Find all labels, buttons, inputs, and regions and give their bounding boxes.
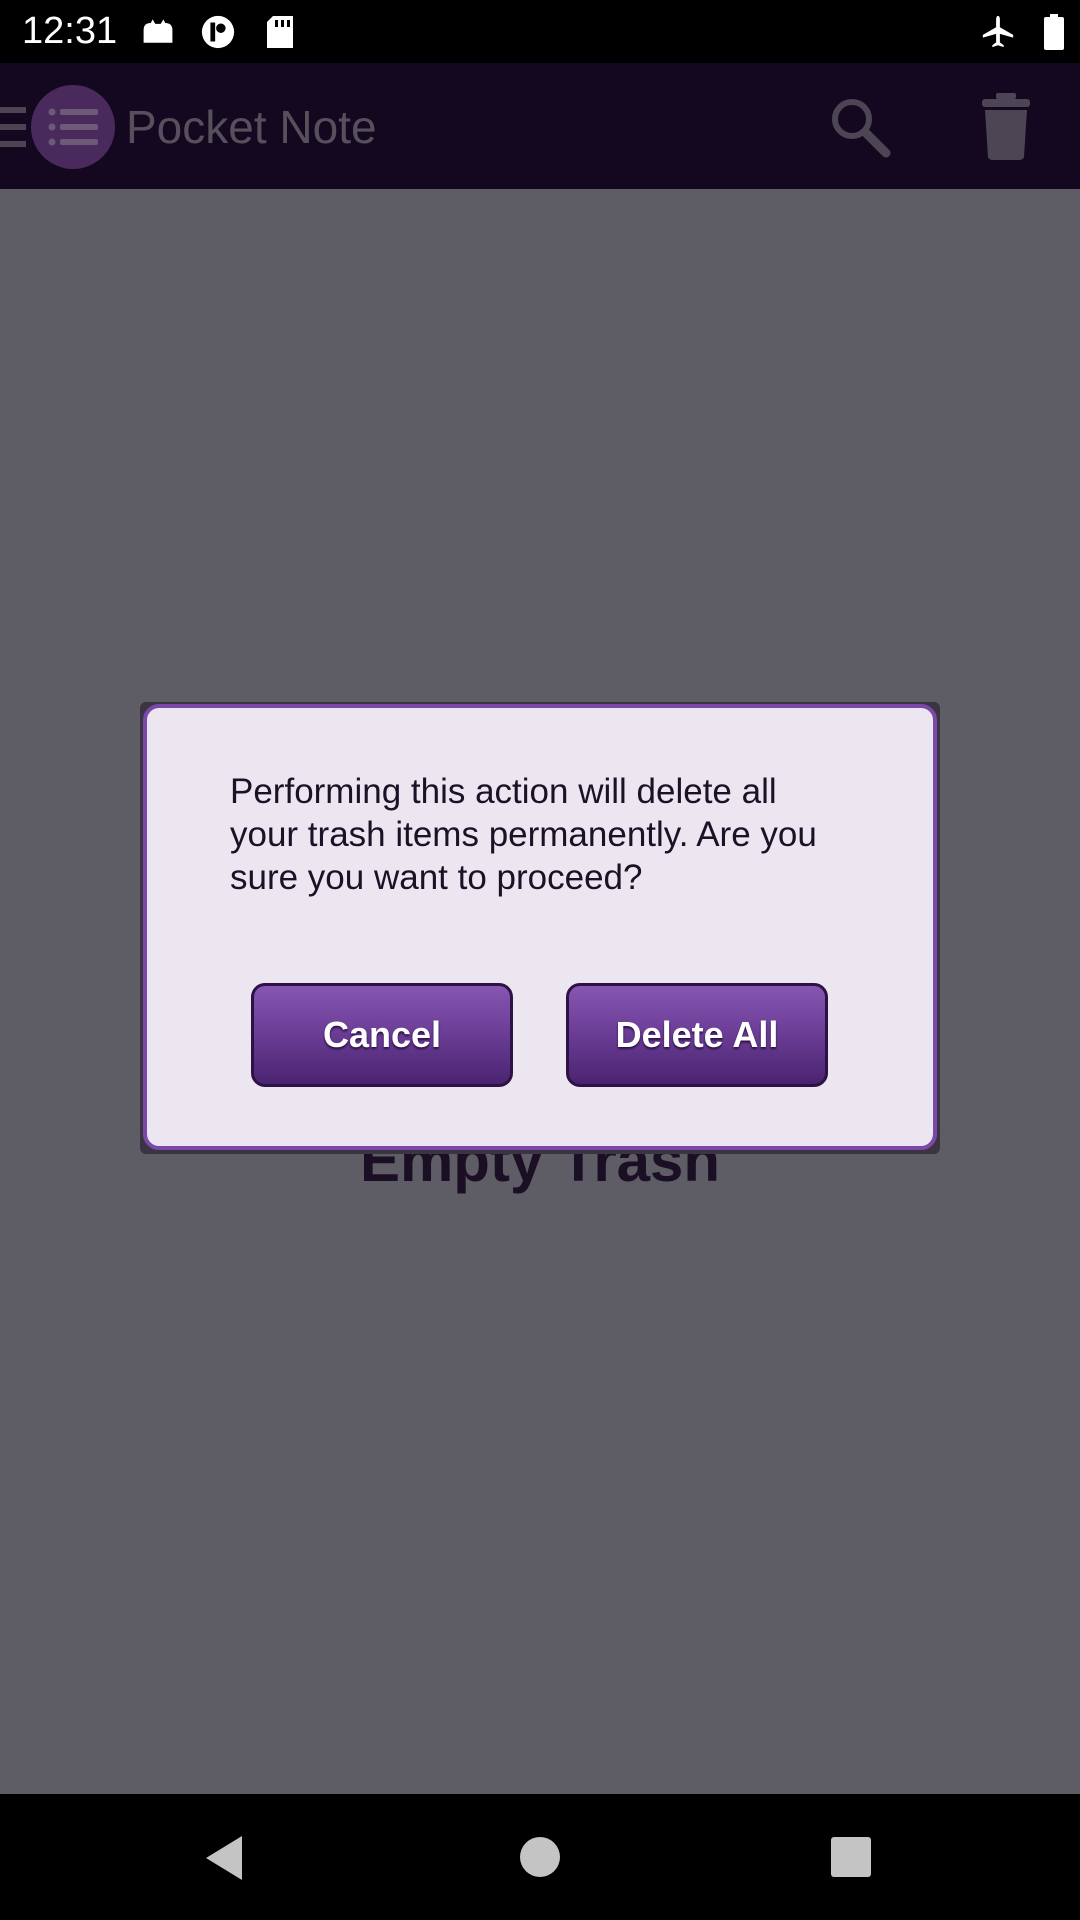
status-bar: 12:31 [0, 0, 1080, 63]
cat-notification-icon [143, 19, 173, 43]
navigation-bar [0, 1794, 1080, 1920]
trash-icon[interactable] [976, 91, 1036, 161]
menu-icon[interactable] [0, 107, 26, 147]
list-logo-icon [48, 108, 98, 146]
search-icon[interactable] [828, 95, 892, 159]
app-logo[interactable] [31, 85, 115, 169]
cancel-button[interactable]: Cancel [251, 983, 513, 1087]
vpn-key-icon [201, 15, 235, 49]
recents-icon[interactable] [831, 1837, 871, 1877]
app-title: Pocket Note [126, 101, 377, 153]
sd-card-icon [267, 16, 293, 48]
delete-all-button[interactable]: Delete All [566, 983, 828, 1087]
airplane-mode-icon [982, 15, 1014, 48]
battery-icon [1044, 14, 1064, 50]
home-icon[interactable] [520, 1837, 560, 1877]
status-time: 12:31 [22, 10, 118, 52]
back-icon[interactable] [202, 1834, 246, 1882]
dialog-message: Performing this action will delete all y… [230, 772, 817, 897]
app-bar: Pocket Note [0, 63, 1080, 189]
